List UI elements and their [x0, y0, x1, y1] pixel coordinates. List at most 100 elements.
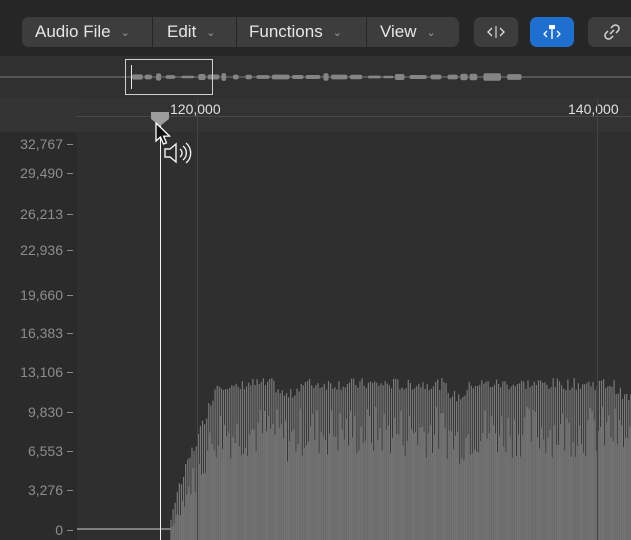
waveform-body-bar [368, 416, 370, 540]
waveform-body-bar [282, 438, 284, 540]
waveform-body-bar [318, 453, 320, 540]
waveform-body-bar [452, 448, 454, 540]
waveform-body-bar [248, 434, 251, 540]
waveform-body-bar [347, 445, 349, 540]
y-tick-label: 0 [55, 522, 73, 538]
waveform-body-bar [534, 411, 536, 540]
waveform-body-bar [290, 431, 293, 540]
waveform-body-bar [412, 433, 415, 540]
waveform-body-bar [265, 431, 268, 540]
waveform-body-bar [561, 413, 564, 540]
waveform-body-bar [292, 429, 295, 540]
edit-menu-label: Edit [167, 22, 197, 41]
waveform-body-bar [231, 436, 234, 540]
overview-waveform-segment [271, 74, 290, 80]
chevron-down-icon: ⌄ [426, 26, 436, 39]
waveform-body-bar [481, 433, 484, 540]
waveform-body-bar [385, 429, 387, 540]
waveform-body-bar [267, 416, 270, 540]
waveform-body-bar [437, 448, 440, 540]
waveform-body-bar [498, 435, 501, 540]
waveform-body-bar [213, 450, 215, 540]
waveform-body-bar [395, 433, 398, 540]
overview-waveform-segment [221, 73, 227, 81]
waveform-body-bar [364, 440, 366, 540]
waveform-body-bar [416, 444, 419, 540]
waveform-body-bar [250, 429, 253, 540]
toolbar: Audio File ⌄ Edit ⌄ Functions ⌄ View ⌄ [0, 0, 631, 56]
selection-tool-button[interactable] [474, 17, 518, 47]
timeline-ruler[interactable]: 120,000 140,000 [0, 98, 631, 132]
waveform-body-bar [435, 407, 438, 540]
waveform-body-bar [607, 415, 610, 540]
overview-waveform-graphic [0, 73, 631, 81]
waveform-body-bar [217, 445, 219, 540]
chevron-down-icon: ⌄ [332, 26, 342, 39]
waveform-body-bar [383, 414, 385, 540]
waveform-body-bar [593, 420, 595, 540]
overview-waveform-segment [305, 74, 321, 80]
functions-menu[interactable]: Functions ⌄ [237, 17, 366, 47]
waveform-body-bar [462, 460, 465, 540]
y-tick-label: 26,213 [20, 206, 73, 222]
waveform-body-bar [614, 408, 616, 540]
waveform-body-bar [504, 452, 507, 540]
waveform-body-bar [234, 442, 236, 540]
overview-visible-range[interactable] [125, 59, 213, 95]
link-tool-button[interactable] [588, 17, 631, 47]
waveform-body-bar [240, 455, 242, 540]
waveform-body-bar [454, 435, 457, 540]
waveform-body-bar [286, 461, 289, 540]
waveform-body-bar [341, 429, 343, 540]
waveform-body-bar [479, 441, 482, 540]
playhead-line[interactable] [160, 116, 161, 540]
overview-waveform-segment [256, 75, 270, 79]
view-menu[interactable]: View ⌄ [367, 17, 459, 47]
waveform-body-bar [332, 436, 335, 540]
waveform-body-bar [225, 436, 228, 540]
waveform-body-bar [591, 411, 593, 540]
waveform-body-bar [536, 437, 538, 540]
waveform-body-bar [185, 494, 188, 540]
y-tick-label: 3,276 [27, 482, 74, 498]
waveform-body-bar [399, 411, 402, 540]
speaker-scrub-icon [164, 142, 192, 164]
chevron-down-icon: ⌄ [120, 26, 130, 39]
split-arrows-icon [487, 26, 505, 38]
waveform-body-bar [528, 408, 530, 540]
waveform-body-bar [276, 409, 278, 540]
y-tick-label: 29,490 [20, 165, 73, 181]
waveform-body-bar [507, 417, 509, 540]
waveform-body-bar [345, 419, 347, 540]
waveform-body-bar [221, 448, 223, 540]
amplitude-axis: 32,767 29,490 26,213 22,936 19,660 16,38… [0, 132, 77, 540]
waveform-body-bar [171, 526, 173, 540]
waveform-body-bar [378, 428, 381, 540]
waveform-body-bar [229, 458, 232, 540]
y-tick-label: 22,936 [20, 242, 73, 258]
waveform-body-bar [187, 486, 190, 540]
waveform-body-bar [280, 424, 282, 540]
waveform-body-bar [374, 407, 377, 540]
waveform-body-bar [420, 426, 423, 540]
gridline-140000 [597, 98, 598, 540]
waveform-body-bar [210, 443, 213, 540]
edit-menu[interactable]: Edit ⌄ [153, 17, 236, 47]
waveform-body-bar [343, 439, 345, 540]
overview-waveform-segment [383, 75, 394, 79]
waveform-body-bar [315, 410, 318, 540]
overview-waveform[interactable] [0, 56, 631, 99]
anchor-tool-button[interactable] [530, 17, 574, 47]
waveform-body-bar [618, 419, 620, 540]
waveform-body-bar [460, 458, 463, 540]
waveform-body-bar [269, 428, 272, 540]
waveform-body-bar [294, 451, 297, 540]
waveform-body-bar [551, 457, 553, 540]
ruler-label-140000: 140,000 [568, 101, 619, 117]
waveform-body-bar [567, 423, 570, 540]
waveform-body-bar [355, 452, 358, 540]
waveform-body-bar [471, 453, 473, 540]
waveform-body-bar [612, 441, 614, 540]
overview-waveform-segment [409, 75, 427, 79]
audio-file-menu[interactable]: Audio File ⌄ [22, 17, 152, 47]
